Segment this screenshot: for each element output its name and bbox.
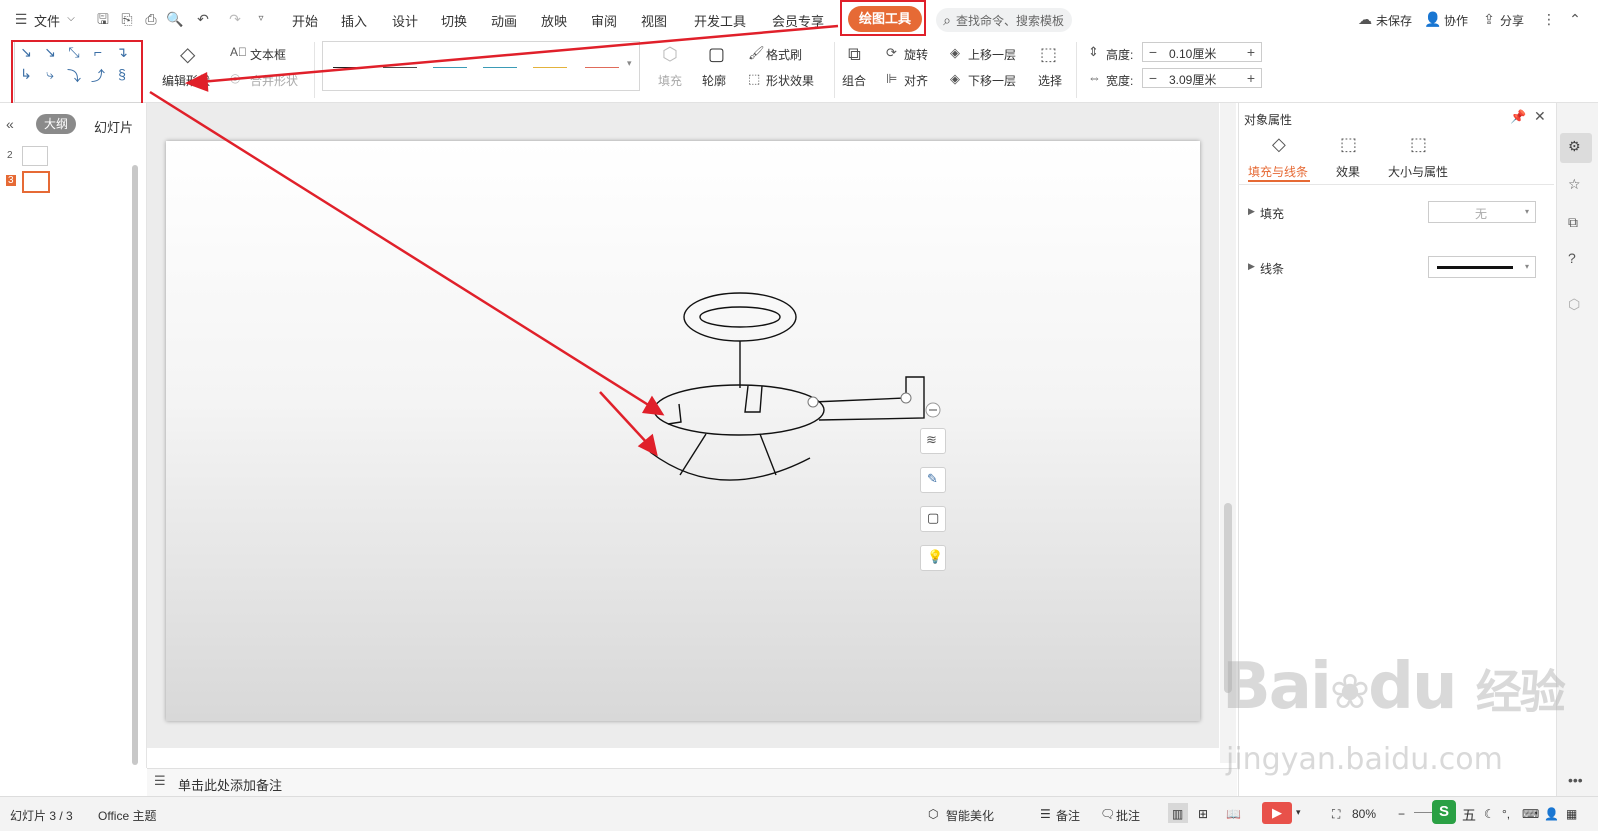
properties-title[interactable]: 对象属性 bbox=[1244, 111, 1292, 128]
effects-tab-icon: ⬚ bbox=[1340, 134, 1358, 154]
slides-icon[interactable]: ⧉ bbox=[1568, 214, 1578, 231]
cockpit-line[interactable] bbox=[667, 403, 682, 425]
body-window-lines[interactable] bbox=[744, 385, 763, 413]
brush-icon: ✎ bbox=[927, 471, 938, 486]
watermark-brand: Bai bbox=[1222, 650, 1332, 724]
divider bbox=[1238, 184, 1554, 185]
baidu-watermark: Bai❀du 经验 bbox=[1222, 650, 1566, 724]
annotation-arrow bbox=[199, 24, 839, 84]
annotation-arrow bbox=[149, 90, 651, 408]
fill-section-label[interactable]: 填充 bbox=[1260, 205, 1284, 222]
selection-handle[interactable] bbox=[900, 392, 912, 404]
slide-sorter-icon[interactable]: ⊞ bbox=[1198, 807, 1208, 821]
outline-icon: ▢ bbox=[927, 510, 940, 525]
zoom-level[interactable]: 80% bbox=[1352, 807, 1376, 821]
skid-strut[interactable] bbox=[679, 433, 707, 476]
star-icon[interactable]: ☆ bbox=[1568, 176, 1581, 193]
smart-tip-button[interactable]: 💡 bbox=[920, 545, 946, 571]
chevron-down-icon: ▾ bbox=[1525, 207, 1530, 216]
lightbulb-icon: 💡 bbox=[927, 549, 944, 564]
reading-view-icon[interactable]: 📖 bbox=[1226, 807, 1241, 821]
pin-icon[interactable]: 📌 bbox=[1510, 109, 1526, 125]
style-brush-button[interactable]: ✎ bbox=[920, 467, 946, 493]
watermark-url: jingyan.baidu.com bbox=[1226, 742, 1503, 777]
close-icon[interactable]: ✕ bbox=[1534, 108, 1546, 125]
cube-icon[interactable]: ⬡ bbox=[1568, 296, 1580, 313]
punctuation-icon[interactable]: °, bbox=[1502, 807, 1510, 821]
notes-icon: ☰ bbox=[154, 773, 166, 788]
play-icon: ▶ bbox=[1272, 805, 1282, 820]
paw-icon: ❀ bbox=[1329, 664, 1370, 720]
settings-sliders-icon: ⚙ bbox=[1568, 138, 1581, 154]
line-style-preview bbox=[1437, 266, 1513, 269]
fill-dropdown[interactable]: 无 ▾ bbox=[1428, 201, 1536, 223]
ime-mode-icon[interactable]: 五 bbox=[1462, 805, 1476, 825]
notes-toggle-icon: ☰ bbox=[1040, 807, 1051, 821]
beautify-icon: ⬡ bbox=[928, 807, 939, 821]
watermark-brand-suffix: 经验 bbox=[1475, 665, 1566, 719]
ime-logo-icon[interactable]: S bbox=[1432, 800, 1456, 824]
notes-bar[interactable] bbox=[147, 768, 1237, 797]
fill-line-tab-icon: ◇ bbox=[1272, 134, 1286, 154]
smart-beautify-button[interactable]: 智能美化 bbox=[946, 807, 994, 824]
comments-button[interactable]: 批注 bbox=[1116, 807, 1140, 824]
expand-arrow-icon[interactable]: ▶ bbox=[1248, 261, 1255, 272]
selection-handle[interactable] bbox=[807, 396, 819, 408]
help-icon[interactable]: ? bbox=[1568, 250, 1576, 266]
play-slideshow-button[interactable]: ▶ bbox=[1262, 802, 1292, 824]
tab-size-and-properties[interactable]: 大小与属性 bbox=[1388, 163, 1448, 180]
size-properties-tab-icon: ⬚ bbox=[1410, 134, 1428, 154]
more-icon[interactable]: ••• bbox=[1568, 772, 1583, 788]
keyboard-icon[interactable]: ⌨ bbox=[1522, 807, 1539, 821]
skid-strut[interactable] bbox=[759, 433, 777, 476]
line-style-dropdown[interactable]: ▾ bbox=[1428, 256, 1536, 278]
comment-icon: 🗨 bbox=[1100, 807, 1116, 821]
normal-view-icon: ▥ bbox=[1172, 807, 1184, 821]
fill-value: 无 bbox=[1475, 207, 1488, 221]
tab-effects[interactable]: 效果 bbox=[1336, 163, 1360, 180]
zoom-out-icon[interactable]: − bbox=[1398, 807, 1405, 821]
landing-skid-curve[interactable] bbox=[649, 451, 811, 481]
chevron-down-icon: ▾ bbox=[1525, 262, 1530, 271]
user-icon[interactable]: 👤 bbox=[1544, 807, 1559, 821]
layers-button[interactable]: ≋ bbox=[920, 428, 946, 454]
layers-icon: ≋ bbox=[926, 432, 937, 447]
tab-fill-and-line[interactable]: 填充与线条 bbox=[1248, 163, 1308, 180]
line-section-label[interactable]: 线条 bbox=[1260, 260, 1284, 277]
zoom-slider[interactable] bbox=[1414, 812, 1434, 813]
moon-icon[interactable]: ☾ bbox=[1484, 807, 1495, 821]
expand-arrow-icon[interactable]: ▶ bbox=[1248, 206, 1255, 217]
slide-counter: 幻灯片 3 / 3 bbox=[10, 809, 73, 823]
theme-name[interactable]: Office 主题 bbox=[98, 807, 156, 824]
rotor-inner-ring[interactable] bbox=[699, 306, 781, 328]
notes-toggle-button[interactable]: 备注 bbox=[1056, 807, 1080, 824]
chevron-down-icon[interactable]: ▾ bbox=[1296, 807, 1301, 818]
active-tab-underline bbox=[1248, 180, 1310, 182]
fit-window-icon[interactable]: ⛶ bbox=[1332, 807, 1340, 822]
notes-placeholder[interactable]: 单击此处添加备注 bbox=[178, 775, 282, 794]
annotation-arrowhead bbox=[184, 72, 209, 92]
tools-icon[interactable]: ▦ bbox=[1566, 807, 1577, 821]
rotor-outer-ring[interactable] bbox=[683, 292, 797, 342]
outline-float-button[interactable]: ▢ bbox=[920, 506, 946, 532]
